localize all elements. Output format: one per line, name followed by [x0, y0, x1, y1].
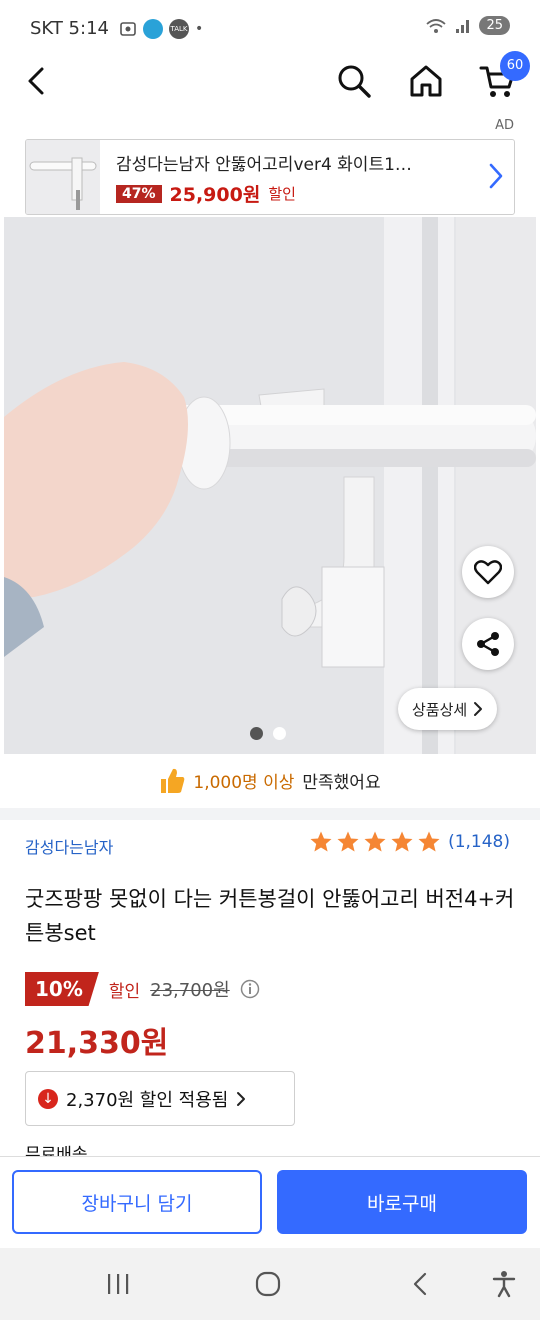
thumbs-up-icon [161, 768, 185, 793]
chevron-right-icon [489, 163, 503, 189]
discount-label: 할인 [108, 981, 141, 1002]
satisfaction-count: 1,000명 이상 [193, 772, 295, 793]
ad-thumbnail [26, 140, 100, 214]
bottom-action-bar: 장바구니 담기 바로구매 [0, 1156, 540, 1249]
star-icon [337, 831, 359, 852]
add-to-cart-button[interactable]: 장바구니 담기 [12, 1170, 262, 1234]
system-navigation-bar [0, 1248, 540, 1320]
search-button[interactable] [330, 55, 378, 107]
wifi-icon [426, 18, 447, 33]
back-button[interactable] [12, 55, 60, 107]
home-system-button[interactable] [246, 1264, 290, 1304]
share-icon [477, 632, 499, 656]
top-nav: 60 [0, 51, 540, 111]
screenshot-icon [120, 21, 136, 36]
talk-icon: TALK [168, 18, 189, 39]
satisfaction-banner: 1,000명 이상 만족했어요 [0, 762, 540, 798]
satisfaction-suffix: 만족했어요 [302, 772, 381, 793]
buy-now-button[interactable]: 바로구매 [277, 1170, 527, 1234]
coupon-discount-button[interactable]: ↓ 2,370원 할인 적용됨 [25, 1071, 295, 1126]
star-icon [310, 831, 332, 852]
original-price: 23,700원 [150, 980, 230, 1001]
recent-apps-icon [108, 1274, 129, 1294]
status-bar: SKT 5:14 TALK • 25 [0, 0, 540, 58]
coupon-text: 2,370원 할인 적용됨 [66, 1089, 229, 1111]
final-price: 21,330원 [25, 1026, 169, 1061]
section-divider [0, 808, 540, 820]
share-button[interactable] [462, 618, 514, 670]
ad-tag: AD [495, 118, 514, 133]
ad-banner[interactable]: 감성다는남자 안뚫어고리ver4 화이트1… 47% 25,900원 할인 [25, 139, 515, 215]
carousel-dot[interactable] [273, 727, 286, 740]
product-detail-label: 상품상세 [412, 700, 468, 719]
star-icon [391, 831, 413, 852]
product-title: 굿즈팡팡 못없이 다는 커튼봉걸이 안뚫어고리 버전4+커튼봉set [25, 887, 515, 945]
dot-indicator-icon: • [194, 20, 204, 37]
star-icon [364, 831, 386, 852]
cart-count-badge: 60 [500, 51, 530, 81]
wishlist-button[interactable] [462, 546, 514, 598]
heart-icon [474, 560, 502, 585]
home-button[interactable] [402, 55, 450, 107]
carousel-dot-active[interactable] [250, 727, 263, 740]
rating-stars [309, 830, 441, 854]
carousel-pagination [250, 727, 286, 740]
info-icon[interactable] [240, 979, 260, 999]
search-icon [338, 65, 371, 98]
rating-count: (1,148) [448, 832, 510, 852]
ad-discount-badge: 47% [116, 184, 162, 203]
seller-name-link[interactable]: 감성다는남자 [25, 834, 113, 858]
home-circle-icon [255, 1271, 281, 1297]
product-image-carousel[interactable]: 상품상세 [4, 217, 536, 754]
battery-indicator: 25 [479, 16, 510, 35]
status-time: SKT 5:14 [30, 18, 109, 39]
back-system-button[interactable] [398, 1264, 442, 1304]
app-notification-icon [142, 18, 163, 39]
cart-button[interactable]: 60 [474, 51, 530, 107]
back-chevron-icon [413, 1272, 427, 1296]
ad-sale-label: 할인 [268, 185, 296, 203]
product-detail-button[interactable]: 상품상세 [398, 688, 498, 730]
ad-title: 감성다는남자 안뚫어고리ver4 화이트1… [116, 155, 412, 175]
accessibility-icon [492, 1271, 516, 1298]
curtain-rod-thumbnail-image [26, 140, 100, 214]
ad-price: 25,900원 [169, 184, 261, 206]
accessibility-button[interactable] [482, 1264, 526, 1304]
back-arrow-icon [28, 67, 44, 95]
product-photo [4, 217, 536, 754]
recent-apps-button[interactable] [96, 1264, 140, 1304]
home-icon [410, 65, 442, 97]
chevron-right-icon [237, 1091, 246, 1106]
product-rating[interactable]: (1,148) [309, 830, 510, 854]
star-icon [418, 831, 440, 852]
signal-icon [456, 19, 470, 33]
down-arrow-icon: ↓ [38, 1088, 58, 1109]
chevron-right-icon [474, 702, 483, 716]
discount-rate-badge: 10% [25, 972, 99, 1006]
